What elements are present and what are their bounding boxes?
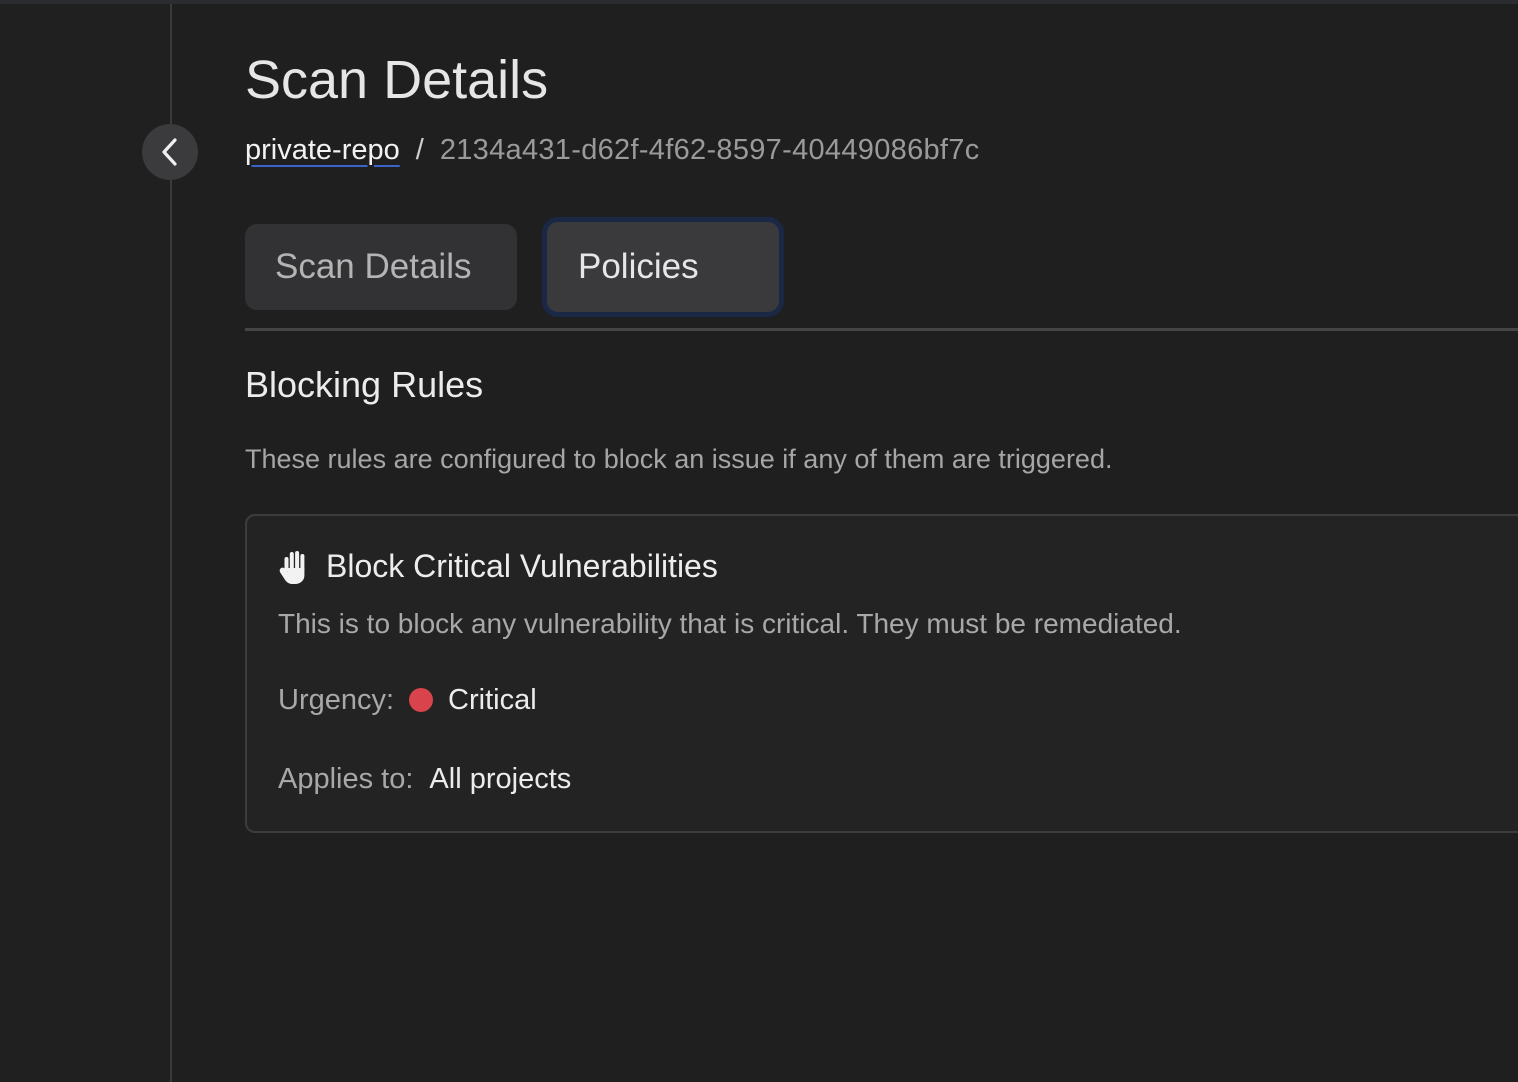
tab-policies[interactable]: Policies <box>542 217 784 317</box>
page-title: Scan Details <box>245 50 549 110</box>
breadcrumb-repo-link[interactable]: private-repo <box>245 134 400 167</box>
rule-card: Block Critical Vulnerabilities This is t… <box>245 514 1518 833</box>
top-strip <box>0 0 1518 4</box>
back-button[interactable] <box>142 124 198 180</box>
rule-title: Block Critical Vulnerabilities <box>326 548 718 584</box>
chevron-left-icon <box>162 138 177 166</box>
urgency-label: Urgency: <box>278 683 395 716</box>
breadcrumb-separator: / <box>415 133 424 166</box>
applies-to-value: All projects <box>429 762 572 795</box>
tab-scan-details[interactable]: Scan Details <box>245 224 517 310</box>
hand-stop-icon <box>279 551 305 584</box>
rule-description: This is to block any vulnerability that … <box>278 608 1182 639</box>
section-title: Blocking Rules <box>245 364 484 405</box>
breadcrumb-scan-id: 2134a431-d62f-4f62-8597-40449086bf7c <box>439 133 980 166</box>
urgency-status-dot <box>409 688 434 712</box>
section-description: These rules are configured to block an i… <box>245 444 1113 474</box>
breadcrumb: private-repo / 2134a431-d62f-4f62-8597-4… <box>245 130 980 170</box>
tab-divider <box>245 328 1518 331</box>
urgency-row: Urgency: Critical <box>278 680 537 720</box>
urgency-value: Critical <box>448 683 537 716</box>
applies-to-row: Applies to: All projects <box>278 759 571 799</box>
applies-to-label: Applies to: <box>278 762 414 795</box>
